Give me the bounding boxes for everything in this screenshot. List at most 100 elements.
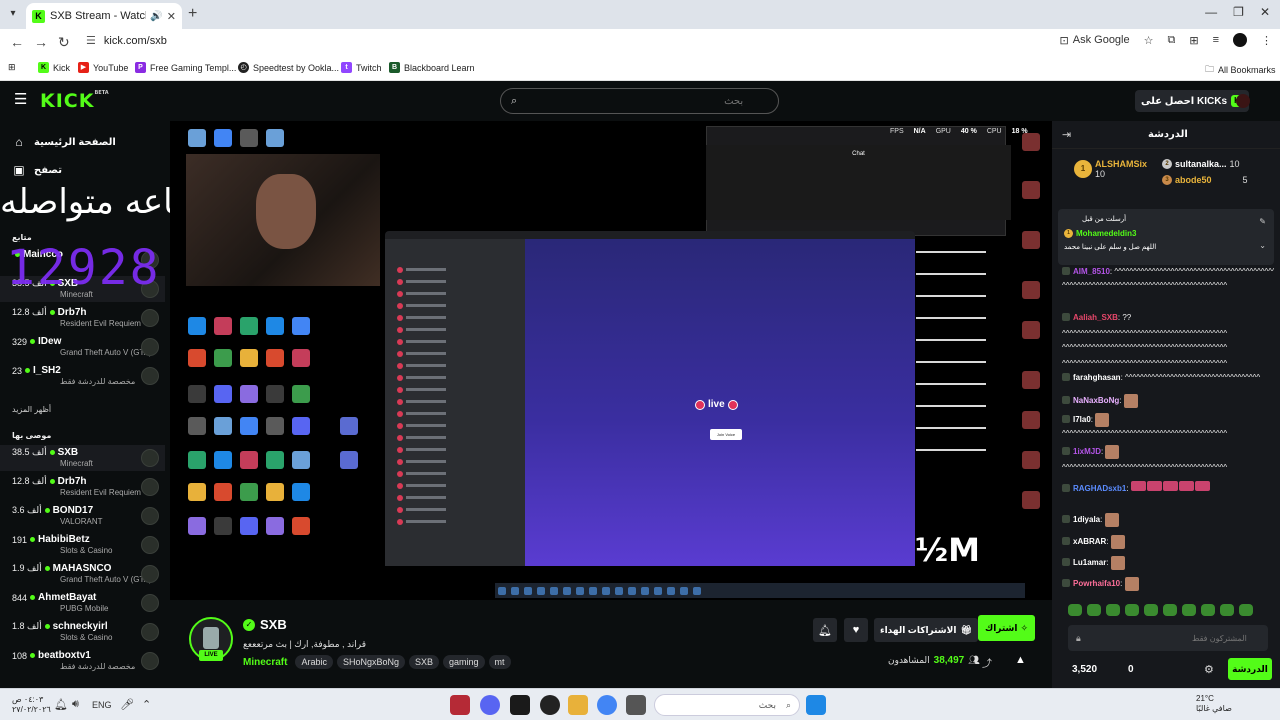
app-icon[interactable] [450, 695, 470, 715]
gift-subs-button[interactable]: الاشتراكات الهداء 🎁︎ [874, 618, 978, 642]
chat-username[interactable]: NaNaxBoNg [1073, 396, 1119, 405]
mic-icon[interactable]: 🎤︎ [120, 698, 134, 711]
browser-tab[interactable]: K SXB Stream - Watch Live on Kick 🔊 ✕ [26, 3, 182, 29]
chat-message[interactable]: 1ixMJD: [1062, 445, 1274, 459]
sidebar-channel[interactable]: 108 beatboxtv1 مخصصة للدردشة فقط [0, 648, 165, 674]
chat-input[interactable] [1086, 633, 1247, 643]
kick-logo[interactable]: KICKBETA [40, 90, 109, 112]
chat-message[interactable]: ^^^^^^^^^^^^^^^^^^^^^^^^^^^^^^^^^^^^^^^^… [1062, 359, 1274, 369]
windows-start-icon[interactable] [806, 695, 826, 715]
leaderboard-entry[interactable]: 3 abode50 5 [1162, 175, 1248, 185]
tag[interactable]: SHoNgxBoNg [336, 655, 405, 669]
kebab-menu-icon[interactable]: ⋮ [1261, 34, 1272, 47]
tab-list-icon[interactable]: ≡ [1213, 34, 1219, 46]
sidebar-channel[interactable]: 38.5 ألف SXB Minecraft [0, 445, 165, 471]
speaker-icon[interactable]: 🔊 [150, 11, 162, 22]
sidebar-channel[interactable]: 329 IDew Grand Theft Auto V (GTA) [0, 334, 165, 360]
reload-icon[interactable]: ↻ [58, 34, 70, 50]
chat-message[interactable]: ^^^^^^^^^^^^^^^^^^^^^^^^^^^^^^^^^^^^^^^^… [1062, 281, 1274, 291]
chat-message[interactable]: ^^^^^^^^^^^^^^^^^^^^^^^^^^^^^^^^^^^^^^^^… [1062, 429, 1274, 439]
bookmark-free-gaming[interactable]: P Free Gaming Templ... [135, 62, 236, 73]
show-more-link[interactable]: أظهر المزيد [12, 405, 51, 414]
discord-icon[interactable] [480, 695, 500, 715]
chrome-icon[interactable] [597, 695, 617, 715]
chat-username[interactable]: AIM_8510 [1073, 267, 1110, 276]
chat-message[interactable]: xABRAR: [1062, 535, 1274, 549]
chat-message[interactable]: Aaliah_SXB: ?? [1062, 313, 1274, 323]
chat-username[interactable]: Powrhaifa10 [1073, 579, 1120, 588]
taskbar-search[interactable]: بحث ⌕ [654, 694, 800, 716]
sidebar-channel[interactable]: 1.8 ألف schneckyirl Slots & Casino [0, 619, 165, 645]
chat-username[interactable]: 1diyala [1073, 515, 1100, 524]
all-bookmarks[interactable]: 🗀 All Bookmarks [1205, 62, 1276, 78]
pin-icon[interactable]: ✎ [1259, 217, 1266, 226]
share-icon[interactable]: ⤴ [982, 655, 992, 670]
sidebar-channel[interactable]: 12.8 ألف Drb7h Resident Evil Requiem [0, 305, 165, 331]
extension-icon[interactable]: ⧉ [1168, 34, 1176, 47]
chat-username[interactable]: xABRAR [1073, 537, 1106, 546]
chat-message[interactable]: Lu1amar: [1062, 556, 1274, 570]
search-bar[interactable]: ⌕ [500, 88, 779, 114]
chat-username[interactable]: Lu1amar [1073, 558, 1106, 567]
chat-input-box[interactable]: 🔒︎ [1068, 625, 1268, 651]
bookmark-youtube[interactable]: ▶ YouTube [78, 62, 128, 73]
back-icon[interactable]: ← [10, 34, 24, 50]
chat-message[interactable]: ^^^^^^^^^^^^^^^^^^^^^^^^^^^^^^^^^^^^^^^^… [1062, 463, 1274, 473]
ask-google-button[interactable]: ⊡ Ask Google [1060, 34, 1130, 47]
sidebar-channel[interactable]: 1.9 ألف MAHASNCO Grand Theft Auto V (GTA) [0, 561, 165, 587]
video-player[interactable]: FPS N/A GPU 40 % CPU 18 % Chat live Join Vo… [170, 121, 1052, 600]
chat-message[interactable]: NaNaxBoNg: [1062, 394, 1274, 408]
minimize-icon[interactable]: — [1205, 5, 1217, 19]
chat-username[interactable]: Aaliah_SXB [1073, 313, 1118, 322]
language-indicator[interactable]: ENG [92, 700, 112, 710]
chevron-up-icon[interactable]: ⌃ [142, 698, 151, 711]
chat-message[interactable]: I7la0: [1062, 413, 1274, 427]
obs-icon[interactable] [540, 695, 560, 715]
category-link[interactable]: Minecraft [243, 657, 287, 668]
bookmark-kick[interactable]: K Kick [38, 62, 70, 73]
puzzle-icon[interactable]: ⊞ [1189, 34, 1198, 47]
volume-icon[interactable]: 🔊︎ [72, 698, 79, 711]
close-window-icon[interactable]: ✕ [1260, 5, 1270, 19]
channel-points[interactable]: 3,520 [1072, 664, 1097, 675]
sidebar-channel[interactable]: 23 I_SH2 مخصصة للدردشة فقط [0, 363, 165, 389]
file-explorer-icon[interactable] [568, 695, 588, 715]
tag[interactable]: SXB [409, 655, 440, 669]
notification-bell-button[interactable]: 🔔︎ [813, 618, 837, 642]
profile-avatar[interactable] [1233, 33, 1247, 47]
chat-message[interactable]: ^^^^^^^^^^^^^^^^^^^^^^^^^^^^^^^^^^^^^^^^… [1062, 329, 1274, 339]
tag[interactable]: mt [488, 655, 511, 669]
forward-icon[interactable]: → [34, 34, 48, 50]
streamer-name[interactable]: ✓ SXB [243, 617, 287, 632]
url-field[interactable]: ☰ kick.com/sxb [86, 34, 167, 48]
close-tab-icon[interactable]: ✕ [167, 10, 176, 23]
sidebar-browse[interactable]: ▣ تصفح [12, 163, 62, 177]
tag[interactable]: Arabic [295, 655, 333, 669]
apps-grid-icon[interactable]: ⊞ [8, 62, 16, 73]
send-chat-button[interactable]: الدردشة [1228, 658, 1272, 680]
restore-icon[interactable]: ❐ [1233, 5, 1244, 19]
chat-message[interactable]: Powrhaifa10: [1062, 577, 1274, 591]
new-tab-button[interactable]: + [188, 5, 197, 23]
chat-username[interactable]: 1ixMJD [1073, 447, 1101, 456]
chat-message[interactable]: 1diyala: [1062, 513, 1274, 527]
nvidia-icon[interactable] [510, 695, 530, 715]
gear-icon[interactable]: ⚙ [1204, 663, 1214, 676]
follow-button[interactable]: اشتراك ✧ [978, 615, 1035, 641]
chat-message[interactable]: ^^^^^^^^^^^^^^^^^^^^^^^^^^^^^^^^^^^^^^^^… [1062, 343, 1274, 353]
bookmark-speedtest[interactable]: ◴ Speedtest by Ookla... [238, 62, 339, 73]
hamburger-menu-icon[interactable]: ☰ [14, 92, 28, 107]
sidebar-channel[interactable]: 12.8 ألف Drb7h Resident Evil Requiem [0, 474, 165, 500]
report-icon[interactable]: ▲ [1015, 654, 1026, 666]
chat-message[interactable]: farahghasan: ^^^^^^^^^^^^^^^^^^^^^^^^^^^… [1062, 373, 1274, 383]
clock[interactable]: ٠٤:٠٣ ص ٢٧/٠٢/٢٠٢٦ [12, 695, 51, 715]
leaderboard-entry[interactable]: 1 ALSHAMSix 10 [1074, 159, 1147, 179]
sidebar-channel[interactable]: 844 AhmetBayat PUBG Mobile [0, 590, 165, 616]
sidebar-home[interactable]: ⌂ الصفحة الرئيسية [12, 135, 115, 149]
user-avatar[interactable] [1236, 94, 1250, 108]
sidebar-channel[interactable]: 191 HabibiBetz Slots & Casino [0, 532, 165, 558]
weather-widget[interactable]: 21°C صافي غالبًا [1196, 694, 1232, 714]
chat-message[interactable]: RAGHADsxb1: [1062, 481, 1274, 494]
chat-username[interactable]: I7la0 [1073, 415, 1091, 424]
chat-username[interactable]: farahghasan [1073, 373, 1121, 382]
